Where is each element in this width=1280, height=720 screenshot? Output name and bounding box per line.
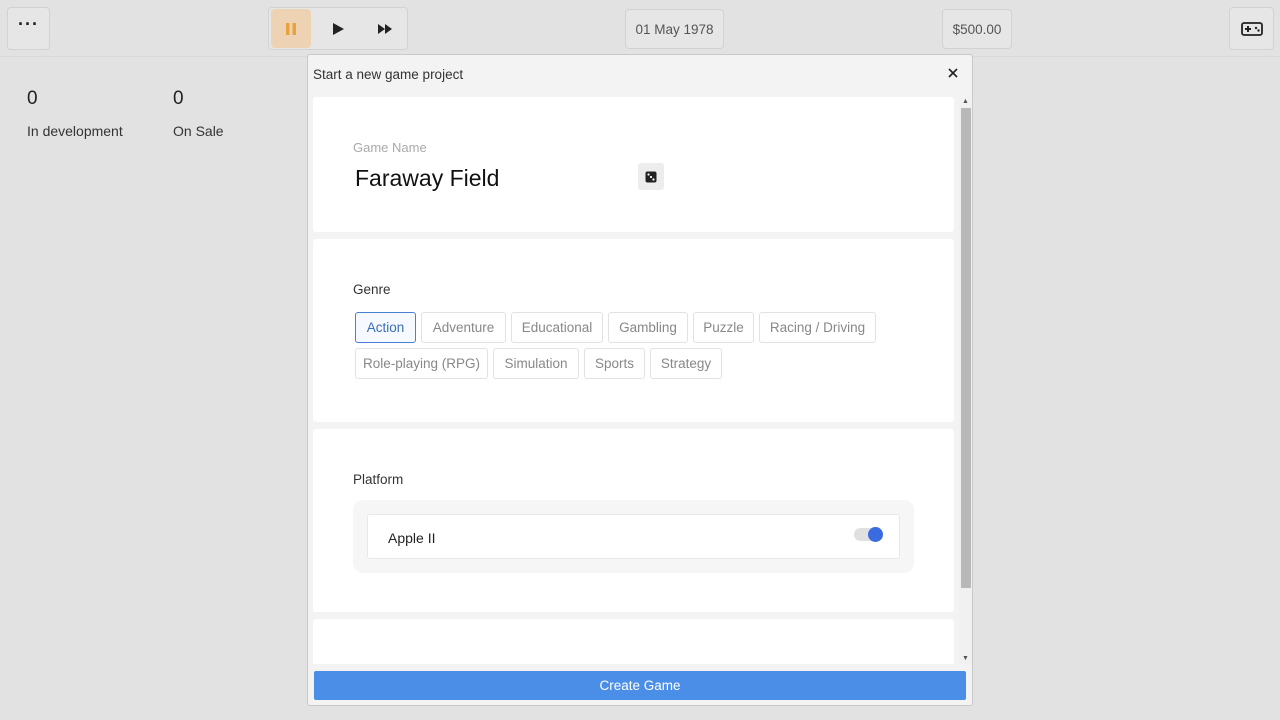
scroll-down-icon[interactable]: ▼ bbox=[959, 654, 972, 664]
stat-on-sale-label: On Sale bbox=[173, 123, 224, 139]
scroll-thumb[interactable] bbox=[961, 108, 971, 588]
platform-card: Platform Apple II bbox=[313, 429, 954, 612]
modal-title: Start a new game project bbox=[313, 67, 464, 82]
close-icon bbox=[948, 68, 958, 78]
create-game-button[interactable]: Create Game bbox=[314, 671, 966, 700]
stat-in-development-value: 0 bbox=[27, 88, 38, 109]
toggle-knob bbox=[868, 527, 883, 542]
stat-on-sale: 0 On Sale bbox=[173, 88, 224, 139]
gamepad-button[interactable] bbox=[1229, 7, 1274, 50]
close-button[interactable] bbox=[946, 66, 960, 80]
scroll-up-icon[interactable]: ▲ bbox=[959, 97, 972, 107]
fast-forward-icon bbox=[378, 23, 392, 34]
current-date: 01 May 1978 bbox=[625, 9, 724, 49]
genre-option-educational[interactable]: Educational bbox=[511, 312, 603, 343]
modal-body: Game Name Genre Action Adventure Educati… bbox=[313, 97, 958, 664]
play-button[interactable] bbox=[318, 9, 358, 48]
game-name-label: Game Name bbox=[353, 140, 427, 155]
new-game-modal: Start a new game project Game Name Genre bbox=[307, 54, 973, 706]
genre-option-action[interactable]: Action bbox=[355, 312, 416, 343]
genre-option-gambling[interactable]: Gambling bbox=[608, 312, 688, 343]
platform-name: Apple II bbox=[388, 530, 436, 546]
stat-in-development: 0 In development bbox=[27, 88, 123, 139]
stat-on-sale-value: 0 bbox=[173, 88, 184, 109]
menu-button[interactable]: ··· bbox=[7, 7, 50, 50]
genre-option-sports[interactable]: Sports bbox=[584, 348, 645, 379]
money-balance: $500.00 bbox=[942, 9, 1012, 49]
speed-controls bbox=[268, 7, 408, 50]
ellipsis-icon: ··· bbox=[18, 14, 39, 34]
fast-forward-button[interactable] bbox=[365, 9, 405, 48]
platform-list: Apple II bbox=[353, 500, 914, 573]
genre-option-adventure[interactable]: Adventure bbox=[421, 312, 506, 343]
dice-icon bbox=[645, 171, 657, 182]
game-name-input[interactable] bbox=[353, 162, 633, 194]
genre-card: Genre Action Adventure Educational Gambl… bbox=[313, 239, 954, 422]
modal-scrollbar[interactable]: ▲ ▼ bbox=[959, 97, 972, 664]
genre-option-racing-driving[interactable]: Racing / Driving bbox=[759, 312, 876, 343]
genre-label: Genre bbox=[353, 282, 391, 297]
play-icon bbox=[333, 22, 344, 35]
genre-option-simulation[interactable]: Simulation bbox=[493, 348, 579, 379]
genre-option-strategy[interactable]: Strategy bbox=[650, 348, 722, 379]
platform-item-apple-ii[interactable]: Apple II bbox=[367, 514, 900, 559]
genre-option-puzzle[interactable]: Puzzle bbox=[693, 312, 754, 343]
pause-icon bbox=[286, 22, 296, 35]
gamepad-icon bbox=[1240, 21, 1263, 36]
platform-toggle[interactable] bbox=[854, 527, 883, 542]
platform-label: Platform bbox=[353, 472, 404, 487]
stat-in-development-label: In development bbox=[27, 123, 123, 139]
next-section-card bbox=[313, 619, 954, 664]
genre-option-role-playing[interactable]: Role-playing (RPG) bbox=[355, 348, 488, 379]
game-name-card: Game Name bbox=[313, 97, 954, 232]
pause-button[interactable] bbox=[271, 9, 311, 48]
randomize-name-button[interactable] bbox=[638, 163, 664, 190]
